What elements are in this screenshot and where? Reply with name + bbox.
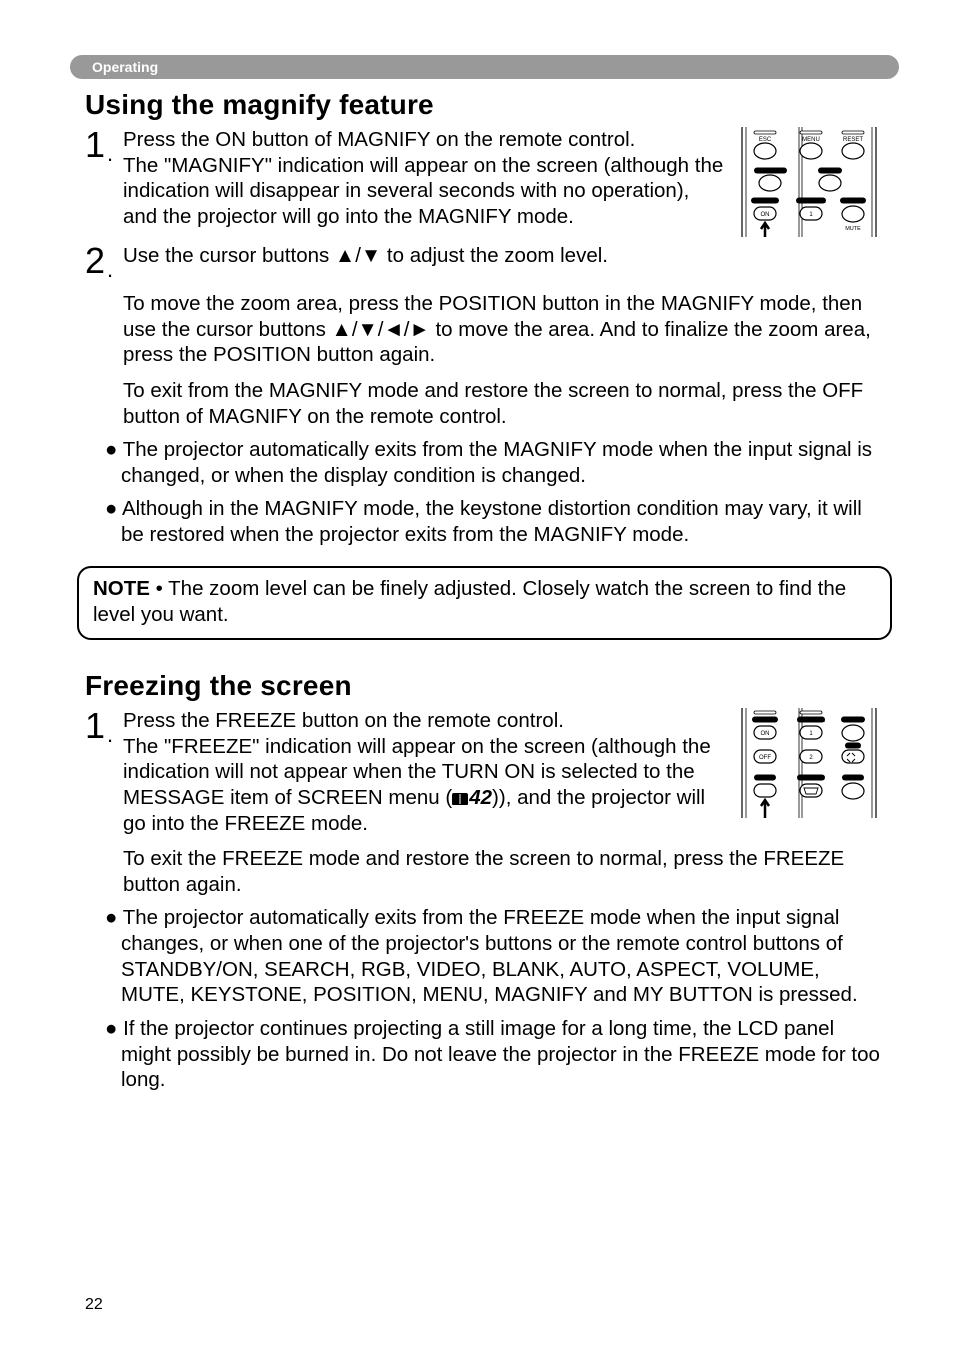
book-icon [452, 793, 468, 805]
magnify-bullet-1: ● The projector automatically exits from… [105, 437, 884, 488]
heading-magnify: Using the magnify feature [85, 89, 884, 121]
svg-text:MENU: MENU [802, 137, 820, 143]
step-number-2: 2. [85, 243, 123, 281]
step-dot: . [107, 708, 113, 746]
section-tab: Operating [70, 55, 899, 79]
svg-text:MUTE: MUTE [845, 226, 861, 232]
svg-text:ON: ON [761, 731, 770, 737]
magnify-step1-lead: Press the ON button of MAGNIFY on the re… [123, 128, 635, 151]
freeze-step-number-1: 1. [85, 708, 123, 746]
page-ref: 42 [469, 786, 492, 809]
magnify-step2-p2: To exit from the MAGNIFY mode and restor… [123, 378, 884, 429]
remote-illustration-magnify: ESC MENU RESET POSITION AUTO [734, 127, 884, 237]
note-text: • The zoom level can be finely adjusted.… [93, 577, 846, 626]
freeze-step1-lead: Press the FREEZE button on the remote co… [123, 709, 564, 732]
magnify-step2-lead: Use the cursor buttons ▲/▼ to adjust the… [123, 244, 608, 267]
freeze-p1: To exit the FREEZE mode and restore the … [123, 846, 884, 897]
page-number: 22 [85, 1296, 103, 1314]
step-num: 1 [85, 127, 105, 163]
step-num: 2 [85, 243, 105, 279]
magnify-step1-cont: The "MAGNIFY" indication will appear on … [123, 154, 723, 228]
svg-text:ESC: ESC [759, 137, 772, 143]
magnify-step2-p1: To move the zoom area, press the POSITIO… [123, 291, 884, 368]
step-dot: . [107, 127, 113, 165]
note-box: NOTE • The zoom level can be finely adju… [77, 566, 892, 640]
heading-freeze: Freezing the screen [85, 670, 884, 702]
magnify-bullet-2: ● Although in the MAGNIFY mode, the keys… [105, 496, 884, 547]
remote-illustration-freeze: MAGNIFY MY BUTTON VOLUME ON 1 OFF [734, 708, 884, 818]
svg-text:ON: ON [761, 212, 770, 218]
svg-text:OFF: OFF [759, 755, 771, 761]
section-tab-label: Operating [70, 59, 158, 75]
step-num: 1 [85, 708, 105, 744]
freeze-bullet-2: ● If the projector continues projecting … [105, 1016, 884, 1093]
freeze-bullet-1: ● The projector automatically exits from… [105, 905, 884, 1008]
step-dot: . [107, 243, 113, 281]
step-number-1: 1. [85, 127, 123, 165]
svg-text:RESET: RESET [843, 137, 863, 143]
note-label: NOTE [93, 577, 150, 600]
